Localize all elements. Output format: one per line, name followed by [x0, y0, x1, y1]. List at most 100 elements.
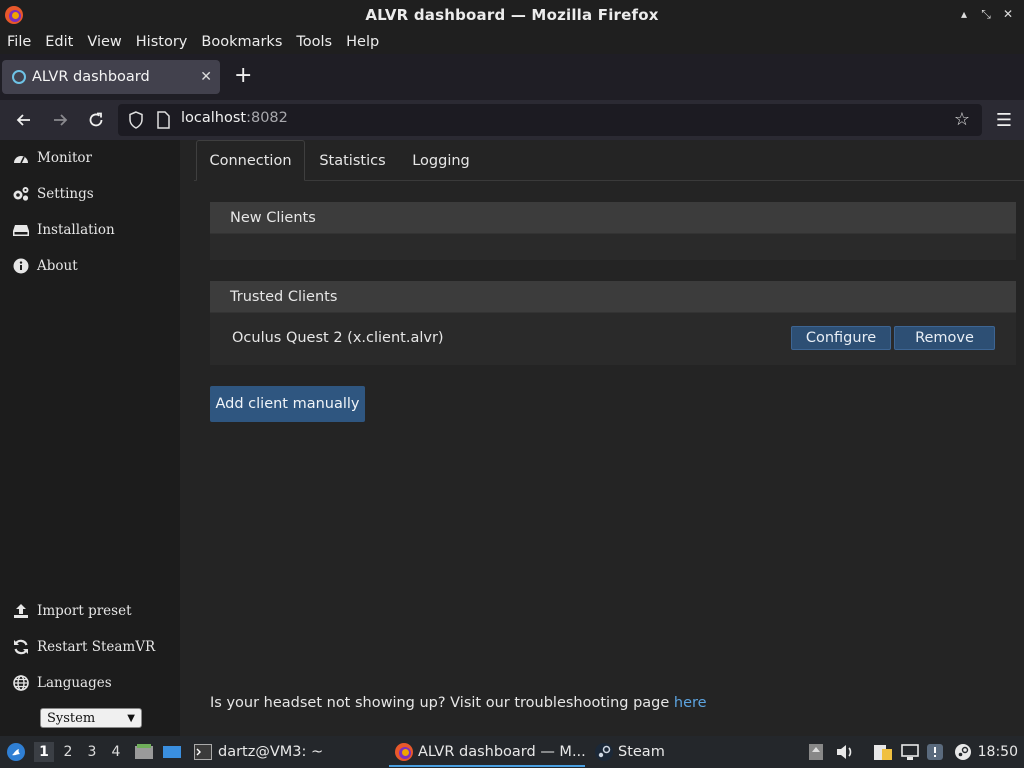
back-icon[interactable]: [12, 108, 36, 132]
taskbar-firefox-label: ALVR dashboard — M...: [418, 744, 586, 760]
taskbar-firefox[interactable]: ALVR dashboard — M...: [394, 736, 586, 768]
language-select-value: System: [47, 710, 96, 726]
refresh-icon: [12, 638, 30, 656]
upload-icon: [12, 602, 30, 620]
sidebar-item-languages[interactable]: Languages: [12, 674, 112, 692]
sidebar-item-about[interactable]: About: [12, 257, 78, 275]
sidebar-item-settings[interactable]: Settings: [12, 185, 94, 203]
tab-statistics[interactable]: Statistics: [305, 140, 400, 181]
window-titlebar: ALVR dashboard — Mozilla Firefox ▴ ⤡ ✕: [0, 0, 1024, 30]
menu-tools[interactable]: Tools: [296, 34, 332, 50]
menu-file[interactable]: File: [7, 34, 31, 50]
url-host: localhost: [181, 110, 247, 126]
new-tab-button[interactable]: +: [234, 65, 252, 87]
dashboard-sidebar: Monitor Settings Installation About Impo…: [0, 140, 180, 736]
active-task-indicator: [389, 765, 585, 767]
client-name: Oculus Quest 2 (x.client.alvr): [232, 330, 444, 346]
hamburger-menu-icon[interactable]: ☰: [996, 110, 1012, 131]
firefox-icon: [395, 743, 413, 761]
tab-connection[interactable]: Connection: [196, 140, 305, 181]
clipboard-icon[interactable]: [872, 736, 894, 768]
trusted-clients-panel: Trusted Clients Oculus Quest 2 (x.client…: [210, 281, 1016, 365]
chevron-down-icon: ▼: [127, 712, 135, 724]
close-icon[interactable]: ✕: [1000, 6, 1016, 22]
url-text: localhost:8082: [181, 110, 288, 126]
reload-icon[interactable]: [84, 108, 108, 132]
browser-tab-bar: ALVR dashboard ✕ +: [0, 54, 1024, 100]
page-info-icon[interactable]: [156, 111, 170, 129]
window-title: ALVR dashboard — Mozilla Firefox: [365, 6, 659, 24]
browser-tab-alvr[interactable]: ALVR dashboard ✕: [2, 60, 220, 94]
drive-icon: [12, 221, 30, 239]
firefox-logo-icon: [5, 6, 23, 24]
taskbar-steam-label: Steam: [618, 744, 665, 760]
workspace-1[interactable]: 1: [34, 742, 54, 762]
taskbar-steam[interactable]: Steam: [594, 736, 665, 768]
sidebar-item-label: Installation: [37, 222, 115, 238]
sidebar-item-label: Languages: [37, 675, 112, 691]
steam-tray-icon[interactable]: [954, 736, 972, 768]
shield-icon[interactable]: [128, 111, 144, 129]
tray-updates-icon[interactable]: [808, 736, 824, 768]
sidebar-item-monitor[interactable]: Monitor: [12, 149, 92, 167]
troubleshooting-message: Is your headset not showing up? Visit ou…: [210, 695, 674, 711]
volume-icon[interactable]: [836, 736, 854, 768]
steam-icon: [595, 743, 613, 761]
browser-tab-title: ALVR dashboard: [32, 69, 150, 85]
workspace-4[interactable]: 4: [106, 742, 126, 762]
url-port: :8082: [246, 110, 288, 126]
network-icon[interactable]: [900, 736, 920, 768]
sidebar-item-import-preset[interactable]: Import preset: [12, 602, 132, 620]
alvr-favicon-icon: [12, 70, 26, 84]
add-client-manually-button[interactable]: Add client manually: [210, 386, 365, 422]
url-bar[interactable]: localhost:8082 ☆: [118, 104, 982, 136]
tab-close-icon[interactable]: ✕: [200, 69, 212, 85]
menu-history[interactable]: History: [136, 34, 188, 50]
gauge-icon: [12, 149, 30, 167]
menu-view[interactable]: View: [87, 34, 121, 50]
sidebar-item-label: Settings: [37, 186, 94, 202]
restore-icon[interactable]: ⤡: [978, 6, 994, 22]
workspace-2[interactable]: 2: [58, 742, 78, 762]
new-clients-header: New Clients: [210, 202, 1016, 234]
sidebar-item-label: About: [37, 258, 78, 274]
trusted-clients-header: Trusted Clients: [210, 281, 1016, 313]
notification-icon[interactable]: [926, 736, 944, 768]
dashboard-main: Connection Statistics Logging New Client…: [180, 140, 1024, 736]
sidebar-item-label: Monitor: [37, 150, 92, 166]
troubleshooting-link[interactable]: here: [674, 695, 707, 711]
sidebar-item-restart-steamvr[interactable]: Restart SteamVR: [12, 638, 155, 656]
navigation-bar: localhost:8082 ☆ ☰: [0, 100, 1024, 140]
show-desktop-icon[interactable]: [162, 736, 182, 768]
workspace-3[interactable]: 3: [82, 742, 102, 762]
taskbar-terminal-label: dartz@VM3: ~: [218, 744, 324, 760]
start-menu-icon[interactable]: [6, 736, 26, 768]
menu-help[interactable]: Help: [346, 34, 379, 50]
sidebar-item-installation[interactable]: Installation: [12, 221, 115, 239]
page-tabs: Connection Statistics Logging: [194, 140, 1024, 181]
window-controls: ▴ ⤡ ✕: [956, 6, 1016, 22]
sidebar-item-label: Restart SteamVR: [37, 639, 156, 655]
tab-logging[interactable]: Logging: [400, 140, 482, 181]
minimize-icon[interactable]: ▴: [956, 6, 972, 22]
clock[interactable]: 18:50: [978, 744, 1018, 760]
bookmark-star-icon[interactable]: ☆: [954, 109, 970, 130]
configure-button[interactable]: Configure: [791, 326, 891, 350]
file-manager-icon[interactable]: [134, 736, 154, 768]
taskbar-terminal[interactable]: dartz@VM3: ~: [194, 736, 323, 768]
taskbar: 1 2 3 4 dartz@VM3: ~ ALVR dashboard — M.…: [0, 736, 1024, 768]
sidebar-item-label: Import preset: [37, 603, 132, 619]
forward-icon[interactable]: [48, 108, 72, 132]
gears-icon: [12, 185, 30, 203]
troubleshooting-text: Is your headset not showing up? Visit ou…: [210, 695, 707, 711]
info-icon: [12, 257, 30, 275]
menu-edit[interactable]: Edit: [45, 34, 73, 50]
remove-button[interactable]: Remove: [894, 326, 995, 350]
trusted-client-row: Oculus Quest 2 (x.client.alvr) Configure…: [210, 313, 1016, 363]
page-content: Monitor Settings Installation About Impo…: [0, 140, 1024, 736]
globe-icon: [12, 674, 30, 692]
menu-bookmarks[interactable]: Bookmarks: [201, 34, 282, 50]
language-select[interactable]: System ▼: [40, 708, 142, 728]
new-clients-panel: New Clients: [210, 202, 1016, 260]
terminal-icon: [194, 744, 212, 760]
